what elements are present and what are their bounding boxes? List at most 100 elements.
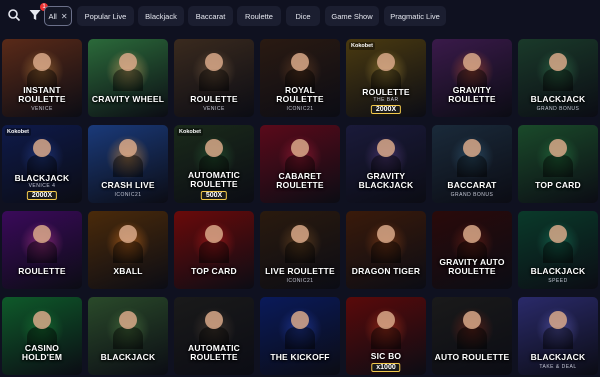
chip-game-show[interactable]: Game Show bbox=[325, 6, 379, 26]
dealer-head bbox=[205, 225, 223, 243]
chip-popular-live[interactable]: Popular Live bbox=[77, 6, 134, 26]
game-tile[interactable]: TOP CARD bbox=[518, 125, 598, 203]
game-subtitle: VENICE bbox=[31, 106, 53, 112]
dealer-head bbox=[377, 225, 395, 243]
game-tile[interactable]: DRAGON TIGER bbox=[346, 211, 426, 289]
chip-blackjack[interactable]: Blackjack bbox=[138, 6, 184, 26]
game-title: LIVE ROULETTE bbox=[265, 266, 335, 276]
clear-filter-icon[interactable]: ✕ bbox=[61, 12, 68, 21]
game-subtitle: VENICE 4 bbox=[28, 183, 56, 189]
dealer-figure bbox=[113, 155, 143, 177]
game-title: TOP CARD bbox=[535, 180, 581, 190]
chip-label: All bbox=[48, 11, 57, 21]
game-tile[interactable]: BACCARAT GRAND BONUS bbox=[432, 125, 512, 203]
dealer-head bbox=[377, 139, 395, 157]
multiplier-badge: 2000X bbox=[370, 105, 402, 114]
game-title: ROULETTE bbox=[362, 87, 410, 97]
dealer-figure bbox=[543, 241, 573, 263]
dealer-figure bbox=[199, 69, 229, 91]
chip-label: Blackjack bbox=[145, 11, 177, 21]
game-tile[interactable]: AUTO ROULETTE bbox=[432, 297, 512, 375]
chip-dice[interactable]: Dice bbox=[286, 6, 320, 26]
game-tile[interactable]: LIVE ROULETTE ICONIC21 bbox=[260, 211, 340, 289]
chip-label: Baccarat bbox=[195, 11, 226, 21]
game-tile[interactable]: CRAVITY WHEEL bbox=[88, 39, 168, 117]
game-title: AUTO ROULETTE bbox=[434, 352, 510, 362]
dealer-head bbox=[463, 311, 481, 329]
dealer-head bbox=[463, 139, 481, 157]
game-tile[interactable]: GRAVITY BLACKJACK bbox=[346, 125, 426, 203]
dealer-figure bbox=[371, 241, 401, 263]
game-tile[interactable]: ROYAL ROULETTE ICONIC21 bbox=[260, 39, 340, 117]
game-title: CRAVITY WHEEL bbox=[91, 94, 165, 104]
dealer-figure bbox=[543, 327, 573, 349]
game-subtitle: VENICE bbox=[203, 106, 225, 112]
game-tile[interactable]: CASINO HOLD'EM bbox=[2, 297, 82, 375]
dealer-figure bbox=[285, 241, 315, 263]
game-tile[interactable]: BLACKJACK GRAND BONUS bbox=[518, 39, 598, 117]
game-title: AUTOMATIC ROULETTE bbox=[187, 343, 240, 362]
brand-logo: Kokobet bbox=[349, 42, 375, 50]
game-tile[interactable]: Kokobet ROULETTE THE BAR 2000X bbox=[346, 39, 426, 117]
game-title: BLACKJACK bbox=[14, 173, 70, 183]
game-tile[interactable]: GRAVITY AUTO ROULETTE bbox=[432, 211, 512, 289]
game-title: CABARET ROULETTE bbox=[276, 171, 324, 190]
chip-pragmatic-live[interactable]: Pragmatic Live bbox=[384, 6, 446, 26]
chip-baccarat[interactable]: Baccarat bbox=[188, 6, 233, 26]
game-tile[interactable]: Kokobet AUTOMATIC ROULETTE 500X bbox=[174, 125, 254, 203]
game-title: THE KICKOFF bbox=[270, 352, 330, 362]
dealer-figure bbox=[27, 241, 57, 263]
game-tile[interactable]: ROULETTE bbox=[2, 211, 82, 289]
game-subtitle: GRAND BONUS bbox=[450, 192, 494, 198]
game-tile[interactable]: TOP CARD bbox=[174, 211, 254, 289]
game-tile[interactable]: THE KICKOFF bbox=[260, 297, 340, 375]
dealer-head bbox=[205, 53, 223, 71]
filter-button[interactable]: 1 bbox=[26, 3, 48, 24]
dealer-figure bbox=[371, 327, 401, 349]
multiplier-badge: 500X bbox=[200, 191, 228, 200]
game-title: AUTOMATIC ROULETTE bbox=[187, 170, 240, 189]
game-tile[interactable]: XBALL bbox=[88, 211, 168, 289]
game-tile[interactable]: INSTANT ROULETTE VENICE bbox=[2, 39, 82, 117]
dealer-head bbox=[377, 311, 395, 329]
game-tile[interactable]: BLACKJACK bbox=[88, 297, 168, 375]
dealer-head bbox=[549, 225, 567, 243]
game-tile[interactable]: ROULETTE VENICE bbox=[174, 39, 254, 117]
dealer-head bbox=[291, 225, 309, 243]
game-tile[interactable]: Kokobet BLACKJACK VENICE 4 2000X bbox=[2, 125, 82, 203]
game-subtitle: TAKE & DEAL bbox=[539, 364, 577, 370]
game-tile[interactable]: BLACKJACK TAKE & DEAL bbox=[518, 297, 598, 375]
game-tile[interactable]: BLACKJACK SPEED bbox=[518, 211, 598, 289]
dealer-head bbox=[377, 53, 395, 71]
dealer-head bbox=[119, 225, 137, 243]
dealer-figure bbox=[113, 327, 143, 349]
dealer-figure bbox=[457, 327, 487, 349]
game-subtitle: ICONIC21 bbox=[286, 106, 314, 112]
game-tile[interactable]: SIC BO x1000 bbox=[346, 297, 426, 375]
dealer-head bbox=[549, 139, 567, 157]
dealer-figure bbox=[543, 69, 573, 91]
search-button[interactable] bbox=[5, 6, 23, 24]
chip-label: Pragmatic Live bbox=[390, 11, 440, 21]
dealer-head bbox=[205, 311, 223, 329]
filter-bar: 1 All ✕ Popular Live Blackjack Baccarat R… bbox=[0, 0, 600, 32]
multiplier-badge: x1000 bbox=[371, 363, 401, 372]
game-tile[interactable]: CABARET ROULETTE bbox=[260, 125, 340, 203]
chip-roulette[interactable]: Roulette bbox=[237, 6, 281, 26]
chip-label: Popular Live bbox=[84, 11, 127, 21]
game-title: DRAGON TIGER bbox=[351, 266, 421, 276]
game-title: INSTANT ROULETTE bbox=[18, 85, 66, 104]
game-title: BLACKJACK bbox=[100, 352, 156, 362]
brand-logo: Kokobet bbox=[177, 128, 203, 136]
dealer-head bbox=[205, 139, 223, 157]
dealer-head bbox=[119, 311, 137, 329]
game-subtitle: SPEED bbox=[548, 278, 568, 284]
game-subtitle: ICONIC21 bbox=[114, 192, 142, 198]
brand-logo: Kokobet bbox=[5, 128, 31, 136]
game-tile[interactable]: AUTOMATIC ROULETTE bbox=[174, 297, 254, 375]
dealer-head bbox=[549, 53, 567, 71]
chip-all[interactable]: All ✕ bbox=[44, 6, 72, 26]
filter-icon bbox=[29, 10, 41, 20]
game-tile[interactable]: CRASH LIVE ICONIC21 bbox=[88, 125, 168, 203]
game-tile[interactable]: GRAVITY ROULETTE bbox=[432, 39, 512, 117]
